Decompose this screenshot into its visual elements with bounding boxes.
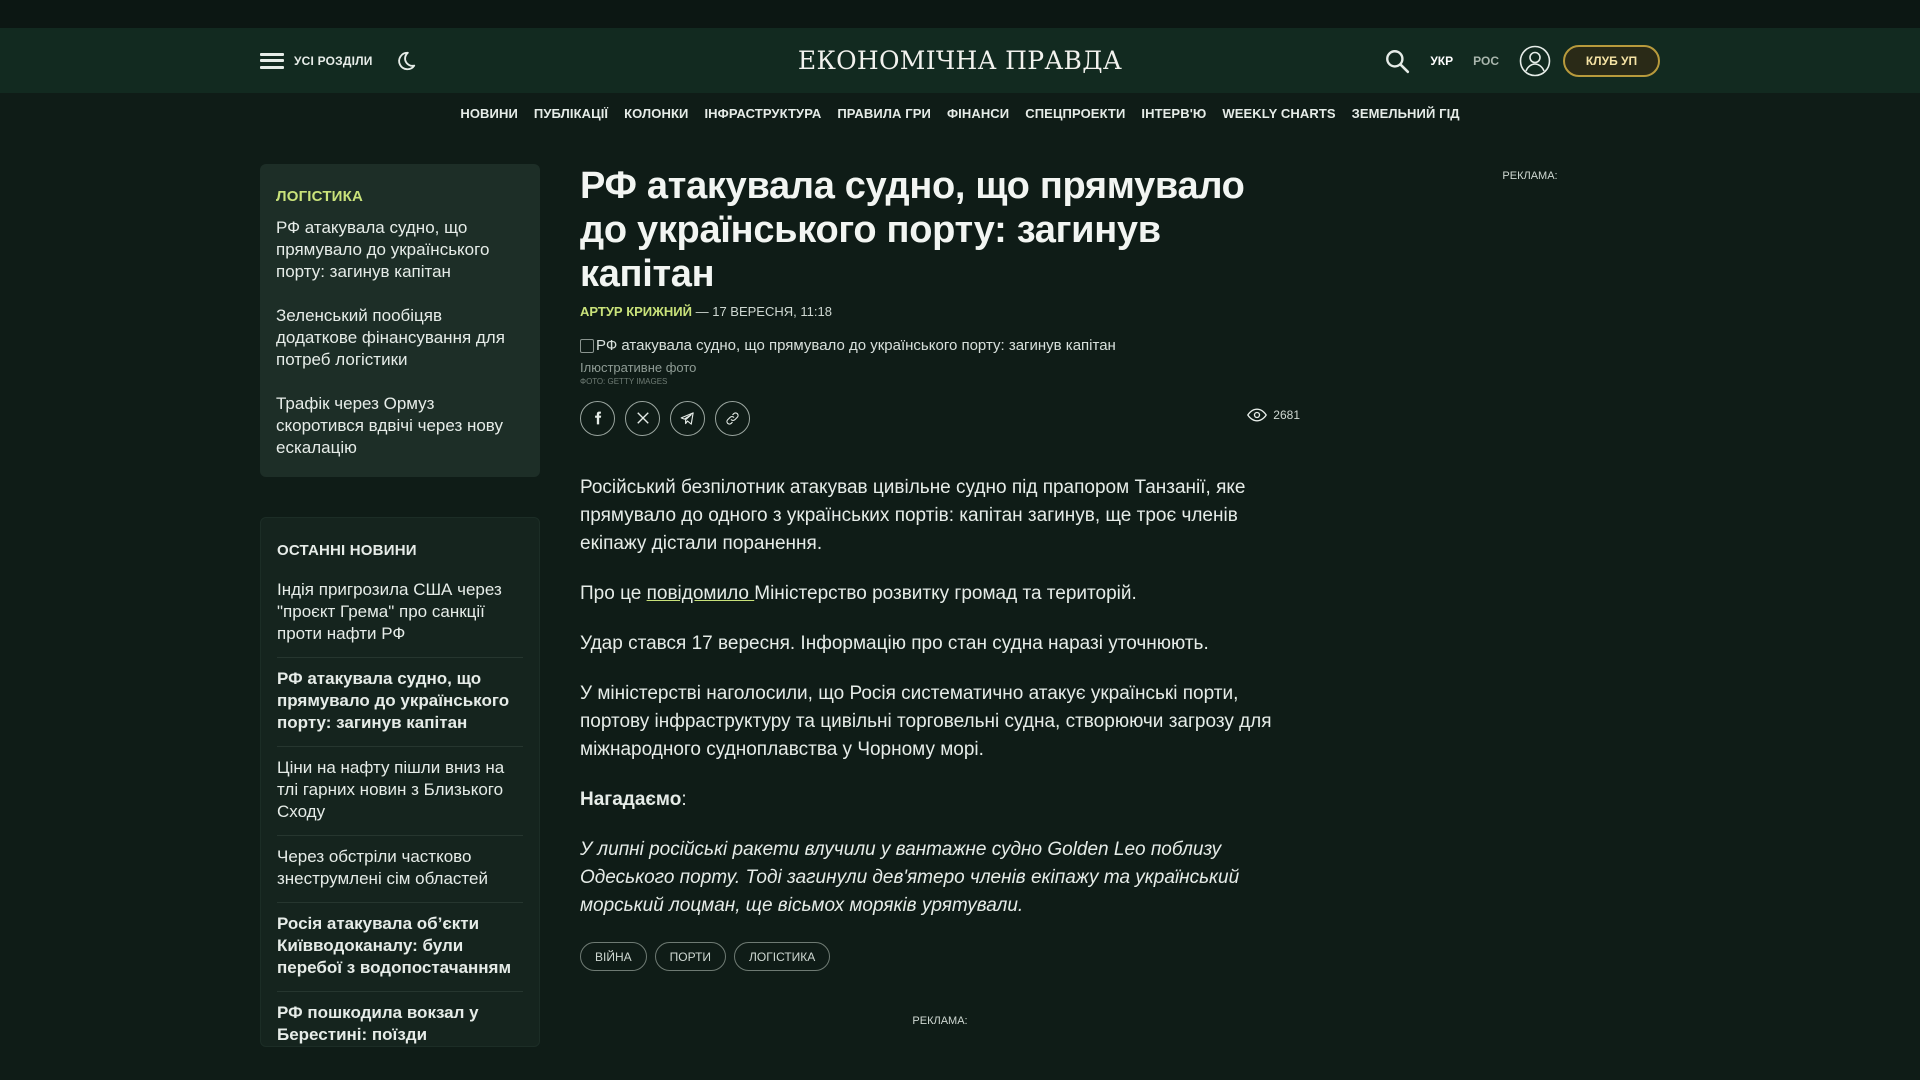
broken-image-icon [580,338,594,353]
category-title[interactable]: ЛОГІСТИКА [276,188,524,205]
article-image: РФ атакувала судно, що прямувало до укра… [580,337,1300,354]
ad-label-right: РЕКЛАМА: [1502,170,1558,182]
nav-item-land-guide[interactable]: ЗЕМЕЛЬНИЙ ГІД [1352,106,1460,121]
ad-label: РЕКЛАМА: [912,1015,968,1027]
tag-list: ВІЙНА ПОРТИ ЛОГІСТИКА [580,942,1300,971]
link-icon [726,411,739,425]
article-paragraph: У липні російські ракети влучили у ванта… [580,839,1240,916]
menu-icon[interactable] [260,52,284,69]
article-date: — 17 ВЕРЕСНЯ, 11:18 [691,304,832,319]
category-item[interactable]: Трафік через Ормуз скоротився вдвічі чер… [276,393,524,459]
x-share-button[interactable] [625,400,660,436]
facebook-icon [594,411,601,425]
latest-news-item[interactable]: Росія атакувала об’єкти Київводоканалу: … [277,903,523,992]
article-paragraph: Про це повідомило Міністерство розвитку … [580,580,1300,608]
dark-mode-icon[interactable] [395,50,417,72]
latest-news-title: ОСТАННІ НОВИНИ [277,542,417,559]
article-paragraph: Удар стався 17 вересня. Інформацію про с… [580,633,1209,654]
tag-ports[interactable]: ПОРТИ [654,942,727,971]
reminder-colon: : [681,789,687,810]
latest-news-item[interactable]: Індія пригрозила США через "проєкт Грема… [277,569,523,658]
latest-news-panel: ОСТАННІ НОВИНИ Індія пригрозила США чере… [260,517,540,1047]
reminder-label: Нагадаємо [580,789,682,810]
all-sections-link[interactable]: УСІ РОЗДІЛИ [294,54,373,68]
nav-item-special-projects[interactable]: СПЕЦПРОЕКТИ [1025,106,1125,121]
header-right: УКР РОС КЛУБ УП [1384,28,1660,93]
category-card: ЛОГІСТИКА РФ атакувала судно, що прямува… [260,164,540,477]
nav-item-news[interactable]: НОВИНИ [460,106,518,121]
photo-credit: ФОТО: GETTY IMAGES [580,377,668,386]
nav-item-columns[interactable]: КОЛОНКИ [624,106,688,121]
category-item[interactable]: Зеленський пообіцяв додаткове фінансуван… [276,305,524,371]
nav-item-rules[interactable]: ПРАВИЛА ГРИ [837,106,931,121]
lang-ros-link[interactable]: РОС [1473,54,1499,68]
paragraph-text: Про це [580,583,647,604]
nav-item-finance[interactable]: ФІНАНСИ [947,106,1009,121]
paragraph-text: Міністерство розвитку громад та територі… [754,583,1137,604]
image-caption: Ілюстративне фото [580,360,697,375]
tag-war[interactable]: ВІЙНА [580,942,647,971]
article: РФ атакувала судно, що прямувало до укра… [580,164,1300,1027]
x-icon [636,412,649,424]
article-headline: РФ атакувала судно, що прямувало до укра… [580,165,1245,295]
latest-news-item[interactable]: Через обстріли частково знеструмлені сім… [277,836,523,903]
user-icon[interactable] [1519,45,1551,77]
club-up-button[interactable]: КЛУБ УП [1563,44,1660,77]
nav-item-publications[interactable]: ПУБЛІКАЦІЇ [534,106,608,121]
main-nav: НОВИНИ ПУБЛІКАЦІЇ КОЛОНКИ ІНФРАСТРУКТУРА… [0,93,1920,133]
article-paragraph: У міністерстві наголосили, що Росія сист… [580,683,1272,760]
header-left: УСІ РОЗДІЛИ [260,28,417,93]
search-icon[interactable] [1384,48,1410,74]
telegram-icon [680,411,694,425]
latest-news-item[interactable]: РФ атакувала судно, що прямувало до укра… [277,658,523,747]
latest-news-item[interactable]: Ціни на нафту пішли вниз на тлі гарних н… [277,747,523,836]
category-item[interactable]: РФ атакувала судно, що прямувало до укра… [276,217,524,283]
article-byline: АРТУР КРИЖНИЙ — 17 ВЕРЕСНЯ, 11:18 [580,304,1300,319]
view-count-value: 2681 [1273,408,1300,422]
facebook-share-button[interactable] [580,400,615,436]
reminder-heading: Нагадаємо: [580,786,1300,814]
site-logo[interactable]: ЕКОНОМІЧНА ПРАВДА [760,28,1160,93]
article-paragraph: Російський безпілотник атакував цивільне… [580,477,1246,554]
telegram-share-button[interactable] [670,400,705,436]
view-count: 2681 [1247,408,1300,422]
eye-icon [1247,408,1268,422]
source-link[interactable]: повідомило [647,583,755,604]
latest-news-item[interactable]: РФ пошкодила вокзал у Берестині: поїзди … [277,992,523,1046]
nav-item-weekly-charts[interactable]: WEEKLY CHARTS [1222,106,1335,121]
nav-item-infrastructure[interactable]: ІНФРАСТРУКТУРА [704,106,821,121]
image-alt-text: РФ атакувала судно, що прямувало до укра… [596,337,1116,354]
share-bar: 2681 [580,400,1300,436]
left-sidebar: ЛОГІСТИКА РФ атакувала судно, що прямува… [260,164,540,1047]
lang-ukr-link[interactable]: УКР [1430,54,1453,68]
author-link[interactable]: АРТУР КРИЖНИЙ [580,304,692,319]
copy-link-button[interactable] [715,400,750,436]
site-header: УСІ РОЗДІЛИ ЕКОНОМІЧНА ПРАВДА УКР РОС КЛ… [0,28,1920,93]
top-strip [0,0,1920,28]
tag-logistics[interactable]: ЛОГІСТИКА [734,942,831,971]
nav-item-interview[interactable]: ІНТЕРВ'Ю [1141,106,1206,121]
